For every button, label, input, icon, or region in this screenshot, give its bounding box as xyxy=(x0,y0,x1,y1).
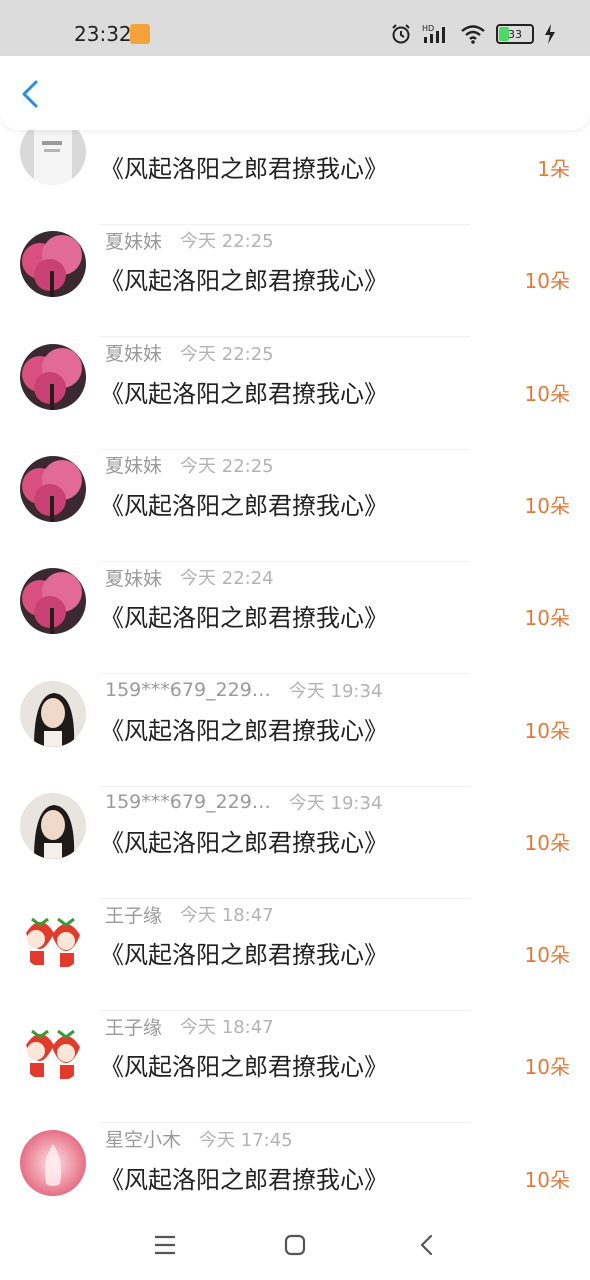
sent-time: 今天 22:25 xyxy=(180,343,274,365)
book-title: 《风起洛阳之郎君撩我心》 xyxy=(100,155,388,183)
flower-count: 10朵 xyxy=(524,269,570,294)
avatar[interactable] xyxy=(20,1017,86,1084)
sent-time: 今天 22:25 xyxy=(180,231,274,253)
sent-time: 今天 19:34 xyxy=(288,792,383,814)
sender-line: 王子缘 今天 18:47 xyxy=(105,899,274,929)
sent-time: 今天 18:47 xyxy=(180,905,274,927)
avatar[interactable] xyxy=(20,343,86,410)
sender-name[interactable]: 159***679_229… xyxy=(105,679,271,701)
wifi-icon xyxy=(461,25,485,44)
avatar[interactable] xyxy=(20,680,86,747)
status-time: 23:32 xyxy=(74,22,132,46)
flower-count: 10朵 xyxy=(524,1167,570,1192)
sender-line: 夏妹妹 今天 22:25 xyxy=(105,450,274,480)
avatar[interactable] xyxy=(20,568,86,635)
status-icons: HD 33 xyxy=(390,20,556,48)
sender-line: 王子缘 今天 18:47 xyxy=(105,1011,274,1041)
header xyxy=(0,56,590,130)
book-title: 《风起洛阳之郎君撩我心》 xyxy=(100,604,388,633)
menu-icon[interactable] xyxy=(152,1232,178,1258)
gift-record-row[interactable]: 159***679_229… 今天 19:34 《风起洛阳之郎君撩我心》 10朵 xyxy=(0,787,590,899)
sent-time: 今天 22:25 xyxy=(180,455,274,477)
flower-count: 10朵 xyxy=(524,606,570,631)
sent-time: 今天 18:47 xyxy=(180,1017,274,1039)
book-title: 《风起洛阳之郎君撩我心》 xyxy=(100,1053,388,1082)
sender-name[interactable]: 夏妹妹 xyxy=(105,227,162,254)
sender-line: 星空小木 今天 17:45 xyxy=(105,1124,293,1154)
sender-line: 夏妹妹 今天 22:24 xyxy=(105,562,274,592)
sender-line: 夏妹妹 今天 22:25 xyxy=(105,338,274,368)
book-title: 《风起洛阳之郎君撩我心》 xyxy=(100,267,388,296)
sent-time: 今天 22:24 xyxy=(180,568,274,590)
gift-record-row[interactable]: 夏妹妹 今天 22:24 《风起洛阳之郎君撩我心》 10朵 xyxy=(0,562,590,675)
sent-time: 今天 19:34 xyxy=(288,680,383,702)
gift-record-row[interactable]: 星空小木 今天 17:45 《风起洛阳之郎君撩我心》 10朵 xyxy=(0,1124,590,1210)
flower-count: 10朵 xyxy=(524,381,570,406)
book-title: 《风起洛阳之郎君撩我心》 xyxy=(100,379,388,408)
gift-record-list[interactable]: 《风起洛阳之郎君撩我心》 1朵 夏妹妹 今天 22:25 《风起洛阳之郎君撩我心》 10朵… xyxy=(0,88,590,1210)
book-title: 《风起洛阳之郎君撩我心》 xyxy=(100,716,388,745)
sent-time: 今天 17:45 xyxy=(199,1129,293,1151)
flower-count: 10朵 xyxy=(524,493,570,518)
flower-count: 1朵 xyxy=(537,157,570,181)
sender-name[interactable]: 夏妹妹 xyxy=(105,451,162,478)
book-title: 《风起洛阳之郎君撩我心》 xyxy=(100,941,388,970)
book-title: 《风起洛阳之郎君撩我心》 xyxy=(100,828,388,857)
sender-line: 159***679_229… 今天 19:34 xyxy=(105,675,382,705)
avatar[interactable] xyxy=(20,231,86,298)
flower-count: 10朵 xyxy=(524,718,570,743)
gift-record-row[interactable]: 夏妹妹 今天 22:25 《风起洛阳之郎君撩我心》 10朵 xyxy=(0,225,590,338)
charging-icon xyxy=(545,24,555,44)
sender-name[interactable]: 星空小木 xyxy=(105,1125,181,1152)
sender-name[interactable]: 159***679_229… xyxy=(105,791,271,813)
battery-level: 33 xyxy=(508,27,522,41)
svg-text:HD: HD xyxy=(422,24,434,33)
sender-line: 159***679_229… 今天 19:34 xyxy=(105,787,382,817)
gift-record-row[interactable]: 夏妹妹 今天 22:25 《风起洛阳之郎君撩我心》 10朵 xyxy=(0,338,590,450)
sender-name[interactable]: 王子缘 xyxy=(105,1013,162,1040)
app-notification-icon xyxy=(130,24,150,44)
avatar[interactable] xyxy=(20,455,86,522)
sender-name[interactable]: 王子缘 xyxy=(105,901,162,928)
avatar[interactable] xyxy=(20,792,86,859)
book-title: 《风起洛阳之郎君撩我心》 xyxy=(100,491,388,520)
sender-name[interactable]: 夏妹妹 xyxy=(105,564,162,591)
battery-icon: 33 xyxy=(496,24,534,44)
flower-count: 10朵 xyxy=(524,1055,570,1080)
home-icon[interactable] xyxy=(282,1232,308,1258)
sender-name[interactable]: 夏妹妹 xyxy=(105,339,162,366)
hd-signal-icon: HD xyxy=(422,24,445,43)
sender-line: 夏妹妹 今天 22:25 xyxy=(105,225,274,255)
flower-count: 10朵 xyxy=(524,830,570,855)
gift-record-row[interactable]: 王子缘 今天 18:47 《风起洛阳之郎君撩我心》 10朵 xyxy=(0,899,590,1012)
gift-record-row[interactable]: 夏妹妹 今天 22:25 《风起洛阳之郎君撩我心》 10朵 xyxy=(0,450,590,562)
gift-record-row[interactable]: 159***679_229… 今天 19:34 《风起洛阳之郎君撩我心》 10朵 xyxy=(0,675,590,787)
flower-count: 10朵 xyxy=(524,943,570,968)
avatar[interactable] xyxy=(20,1129,86,1196)
book-title: 《风起洛阳之郎君撩我心》 xyxy=(100,1165,388,1194)
gift-record-row[interactable]: 王子缘 今天 18:47 《风起洛阳之郎君撩我心》 10朵 xyxy=(0,1011,590,1124)
back-icon[interactable] xyxy=(414,1232,440,1258)
alarm-icon xyxy=(392,24,410,44)
back-button[interactable] xyxy=(14,76,50,112)
system-nav-bar xyxy=(0,1210,590,1280)
chevron-left-icon xyxy=(22,80,38,108)
avatar[interactable] xyxy=(20,905,86,972)
